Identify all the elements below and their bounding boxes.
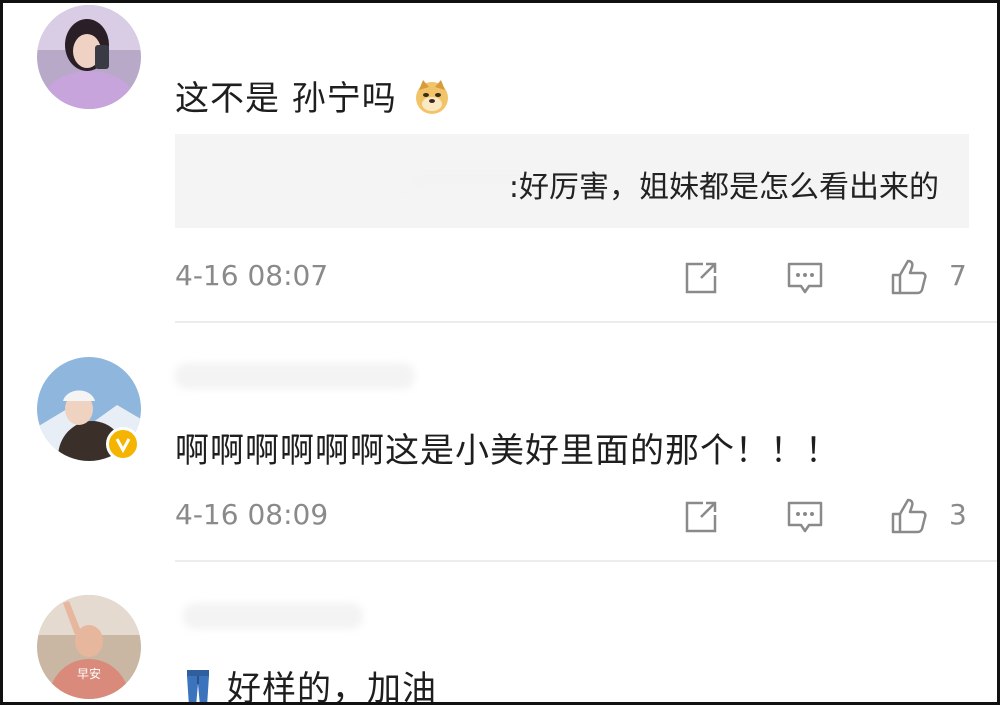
blurred-username (175, 363, 415, 389)
comment-time: 4-16 08:07 (175, 259, 329, 292)
reply-text: :好厉害，姐妹都是怎么看出来的 (508, 170, 939, 205)
comment-icon[interactable] (785, 258, 825, 298)
verified-badge (106, 427, 140, 461)
divider (175, 560, 997, 562)
like-count: 7 (949, 259, 967, 292)
reply-preview[interactable]: :好厉害，姐妹都是怎么看出来的 (175, 134, 969, 228)
comment-text: 好样的，加油 (183, 661, 437, 705)
comment-icon[interactable] (785, 497, 825, 537)
doge-emoji-icon (415, 80, 448, 114)
comment-text: 这不是 孙宁吗 (175, 71, 451, 120)
blurred-username (183, 603, 363, 629)
share-icon[interactable] (681, 258, 721, 298)
like-count: 3 (949, 498, 967, 531)
divider (175, 321, 997, 323)
jeans-emoji-icon (187, 670, 209, 702)
share-icon[interactable] (681, 497, 721, 537)
user-avatar[interactable]: 早安 (37, 595, 141, 699)
thumbs-up-icon[interactable] (889, 496, 929, 536)
comment-time: 4-16 08:09 (175, 498, 329, 531)
comment-text: 啊啊啊啊啊啊这是小美好里面的那个！！！ (175, 431, 840, 471)
avatar-label: 早安 (77, 667, 102, 681)
comment-list: 这不是 孙宁吗 :好厉害，姐妹都是怎么看出来的 4-16 08:07 7 啊啊啊… (0, 0, 1000, 705)
verified-v-icon (115, 438, 131, 454)
thumbs-up-icon[interactable] (889, 257, 929, 297)
comment-body: 这不是 孙宁吗 (175, 79, 397, 119)
comment-body: 好样的，加油 (227, 669, 437, 705)
user-avatar[interactable] (37, 5, 141, 109)
